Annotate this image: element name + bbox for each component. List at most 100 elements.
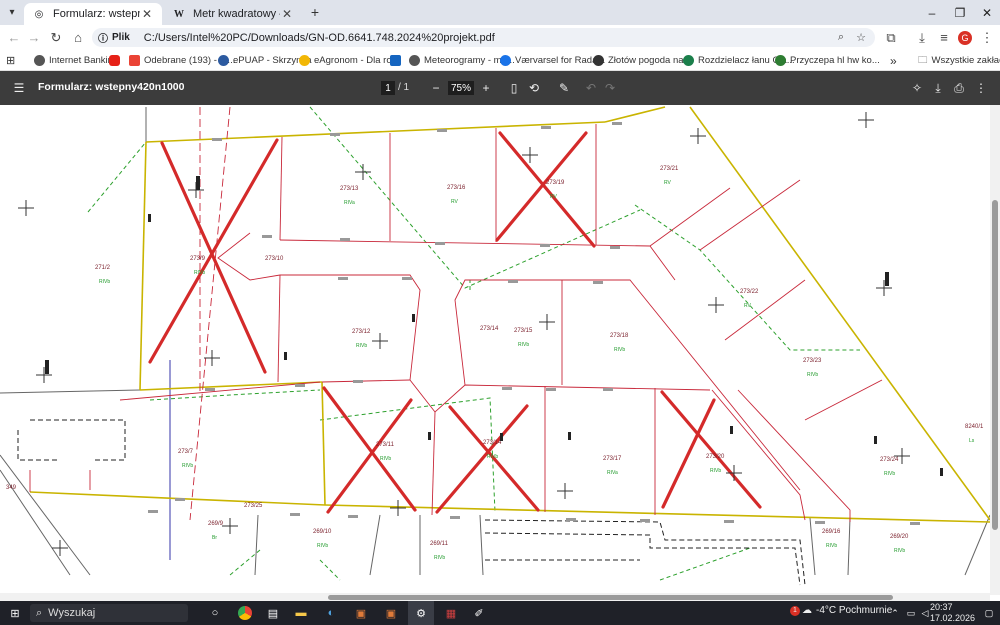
- parcel-id-label: 349: [6, 485, 17, 491]
- bookmark-item[interactable]: Meteorogramy - me...: [409, 52, 515, 69]
- url-text[interactable]: C:/Users/Intel%20PC/Downloads/GN-OD.6641…: [144, 32, 495, 44]
- avatar[interactable]: G: [955, 25, 975, 50]
- tab-wikipedia[interactable]: W Metr kwadratowy – Wikipedia, wolna enc…: [164, 3, 302, 25]
- chrome-icon[interactable]: [234, 603, 256, 623]
- all-bookmarks-button[interactable]: 🗀Wszystkie zakładki: [918, 52, 1000, 69]
- new-tab-button[interactable]: +: [304, 2, 326, 22]
- zoom-input[interactable]: 75%: [448, 81, 474, 95]
- parcel-id-label: 273/19: [546, 180, 565, 186]
- app-icon[interactable]: ✐: [468, 603, 490, 623]
- parcel-id-label: 269/10: [313, 529, 332, 535]
- app-icon[interactable]: ▤: [262, 603, 284, 623]
- land-use-label: RIVb: [194, 270, 205, 276]
- apps-icon[interactable]: ⊞: [6, 52, 15, 69]
- bookmark-star-icon[interactable]: ☆: [852, 28, 870, 47]
- parcel-id-label: 273/12: [352, 329, 371, 335]
- land-use-label: RIVb: [487, 454, 498, 460]
- land-use-label: RIVb: [614, 347, 625, 353]
- road-lines: [17, 419, 806, 586]
- rotate-icon[interactable]: ⟲: [525, 79, 543, 97]
- bookmark-label: Internet Banking: [49, 55, 119, 66]
- parcel-id-label: 273/7: [178, 449, 194, 455]
- windows-start-icon[interactable]: ⊞: [4, 603, 26, 623]
- notifications-icon[interactable]: ▢: [978, 603, 1000, 623]
- minimize-icon[interactable]: –: [917, 0, 947, 25]
- bookmarks-more-button[interactable]: »: [890, 52, 897, 69]
- land-use-label: RIVb: [884, 471, 895, 477]
- taskbar-search[interactable]: ⌕ Wyszukaj: [30, 604, 188, 622]
- weather-widget[interactable]: 1 ☁ -4°C Pochmurnie: [790, 605, 892, 616]
- search-placeholder: Wyszukaj: [48, 607, 96, 619]
- app-icon[interactable]: ▦: [440, 603, 462, 623]
- document-icon: ◎: [34, 8, 44, 20]
- bookmark-item[interactable]: Værvarsel for Rada...: [500, 52, 605, 69]
- close-window-icon[interactable]: ✕: [972, 0, 1000, 25]
- folder-icon: 🗀: [918, 54, 928, 66]
- parcel-id-label: 273/20: [706, 454, 725, 460]
- fit-page-icon[interactable]: ▯: [505, 79, 523, 97]
- tab-pdf-label: Formularz: wstepny420n1000: [53, 8, 140, 20]
- land-use-label: RIVb: [182, 463, 193, 469]
- f-icon: [390, 55, 401, 66]
- zoom-search-icon[interactable]: ⌕: [832, 28, 850, 47]
- address-bar[interactable]: ⓘ Plik C:/Users/Intel%20PC/Downloads/GN-O…: [92, 28, 875, 47]
- home-icon[interactable]: ⌂: [68, 25, 88, 50]
- download-icon[interactable]: ⤓: [929, 79, 947, 97]
- cloud-icon: ☁: [802, 605, 812, 616]
- clock[interactable]: 20:37 17.02.2026: [930, 602, 975, 624]
- bookmark-label: eAgronom - Dla rol...: [314, 55, 402, 66]
- land-use-label: RV: [744, 303, 752, 309]
- dimension-labels: [148, 122, 920, 525]
- bookmark-item[interactable]: [109, 52, 124, 69]
- app-icon[interactable]: ▣: [350, 603, 372, 623]
- edge-icon[interactable]: ◐: [320, 603, 342, 623]
- extensions-icon[interactable]: ⧉: [881, 25, 901, 50]
- forward-icon[interactable]: →: [24, 25, 44, 50]
- vertical-scroll-thumb[interactable]: [992, 200, 998, 530]
- hamburger-menu-icon[interactable]: ☰: [10, 79, 28, 97]
- downloads-icon[interactable]: ⤓: [912, 25, 932, 50]
- horizontal-scroll-thumb[interactable]: [328, 595, 893, 600]
- tab-search-icon[interactable]: ▾: [2, 2, 22, 22]
- notification-badge: 1: [790, 605, 800, 616]
- reload-icon[interactable]: ↻: [46, 25, 66, 50]
- pdf-viewport[interactable]: 273/13 RIVa 273/16 RV 273/19 RV 273/21 RV 273/10…: [0, 105, 1000, 600]
- task-view-icon[interactable]: ○: [204, 603, 226, 623]
- clock-time: 20:37: [930, 602, 953, 612]
- redo-icon[interactable]: ↷: [601, 79, 619, 97]
- app-icon[interactable]: ▣: [380, 603, 402, 623]
- site-info-label: Plik: [112, 32, 130, 43]
- file-explorer-icon[interactable]: ▬: [290, 603, 312, 623]
- settings-icon[interactable]: ⚙: [408, 601, 434, 625]
- print-icon[interactable]: ⎙: [950, 79, 968, 97]
- media-icon[interactable]: ≡: [934, 25, 954, 50]
- menu-icon[interactable]: ⋮: [977, 25, 997, 50]
- parcel-id-label: 273/25: [244, 503, 263, 509]
- ai-assist-icon[interactable]: ✧: [908, 79, 926, 97]
- page-number-input[interactable]: 1: [381, 81, 395, 95]
- bookmark-item[interactable]: Złotów pogoda na...: [593, 52, 691, 69]
- bookmark-item[interactable]: Internet Banking: [34, 52, 118, 69]
- youtube-icon: [109, 55, 120, 66]
- maximize-icon[interactable]: ❐: [945, 0, 975, 25]
- avatar-initial: G: [958, 30, 972, 45]
- bookmark-item[interactable]: Przyczepa hl hw ko...: [775, 52, 880, 69]
- bookmark-item[interactable]: [390, 52, 405, 69]
- close-icon[interactable]: ✕: [140, 7, 154, 21]
- back-icon[interactable]: ←: [4, 25, 24, 50]
- annotate-icon[interactable]: ✎: [555, 79, 573, 97]
- taskbar: ⊞ ⌕ Wyszukaj ○ ▤ ▬ ◐ ▣ ▣ ⚙ ▦ ✐ 1 ☁ -4°C …: [0, 601, 1000, 625]
- more-options-icon[interactable]: ⋮: [972, 79, 990, 97]
- zoom-out-icon[interactable]: −: [427, 79, 445, 97]
- close-icon[interactable]: ✕: [280, 7, 294, 21]
- tab-pdf[interactable]: ◎ Formularz: wstepny420n1000 ✕: [24, 3, 162, 25]
- undo-icon[interactable]: ↶: [582, 79, 600, 97]
- zoom-in-icon[interactable]: +: [477, 79, 495, 97]
- parcel-id-label: 273/11: [376, 442, 395, 448]
- land-use-label: Br: [212, 535, 217, 541]
- bookmark-item[interactable]: eAgronom - Dla rol...: [299, 52, 402, 69]
- pdf-title: Formularz: wstepny420n1000: [38, 81, 185, 93]
- site-info-chip[interactable]: ⓘ Plik: [98, 30, 130, 45]
- bookmark-item[interactable]: ePUAP - Skrzynka: [218, 52, 312, 69]
- epuap-icon: [218, 55, 229, 66]
